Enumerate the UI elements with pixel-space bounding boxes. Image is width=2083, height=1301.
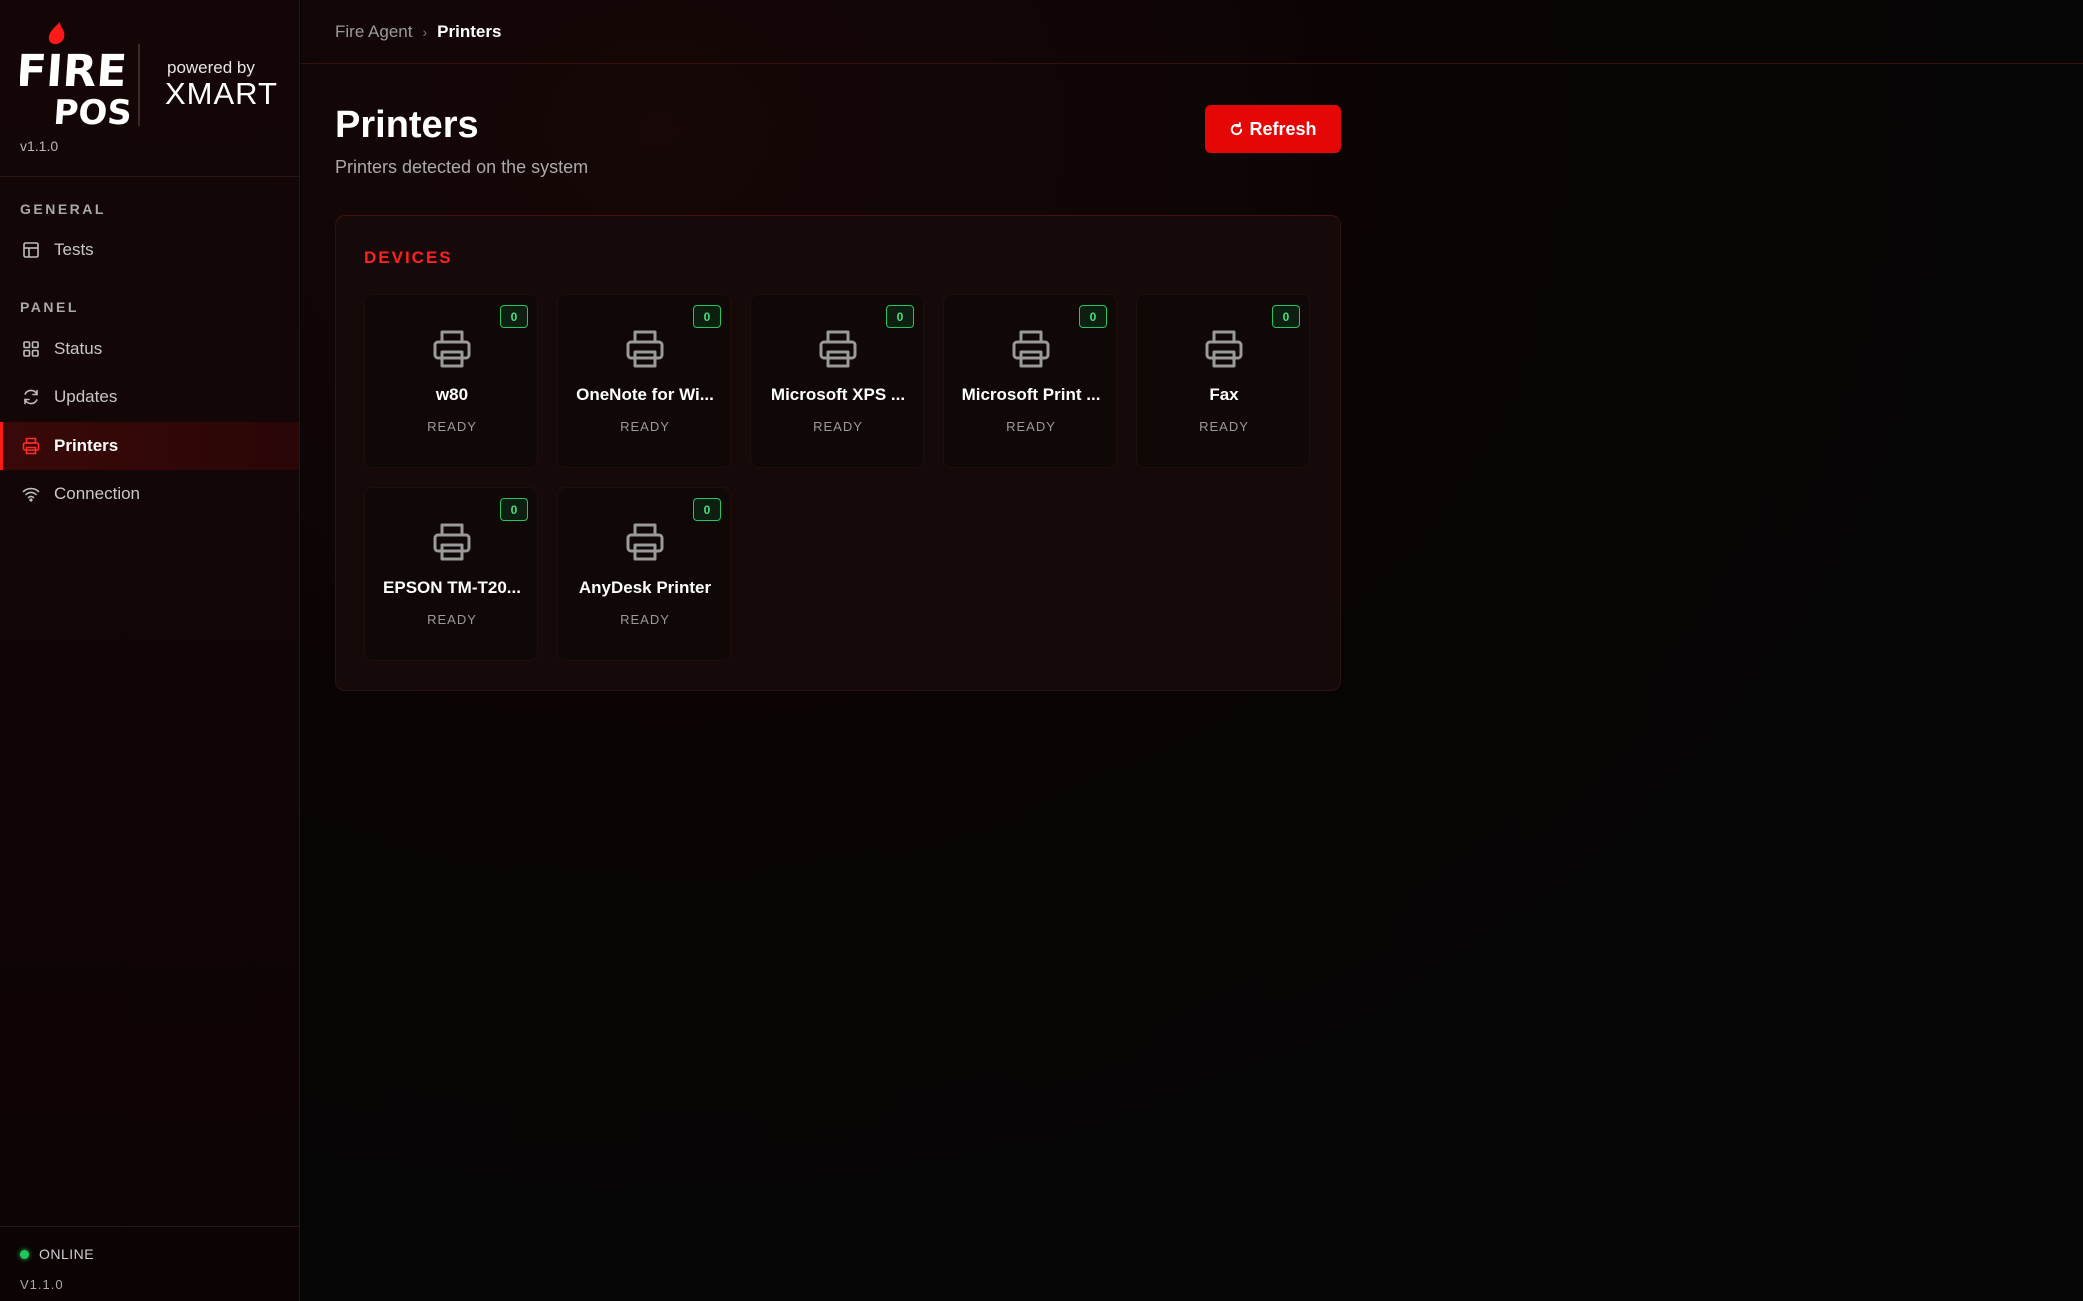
printer-name: OneNote for Wi... — [576, 385, 714, 404]
sidebar-item-label: Updates — [54, 387, 118, 406]
job-count-badge: 0 — [1272, 305, 1300, 328]
printer-icon — [433, 523, 471, 561]
printer-icon — [626, 330, 664, 368]
brand-divider — [138, 44, 140, 126]
printer-name: AnyDesk Printer — [578, 578, 712, 597]
printer-card[interactable]: 0 Fax READY — [1136, 294, 1310, 468]
refresh-button[interactable]: Refresh — [1205, 105, 1341, 153]
printer-status: READY — [1006, 419, 1056, 434]
printer-status: READY — [813, 419, 863, 434]
powered-by-text: powered by — [167, 58, 255, 77]
printer-icon — [433, 330, 471, 368]
printer-icon — [626, 523, 664, 561]
refresh-icon — [1229, 121, 1244, 137]
grid-icon — [22, 340, 40, 358]
fire-pos-logo: FIRE POS — [20, 22, 133, 130]
printer-status: READY — [427, 419, 477, 434]
sidebar-item-connection[interactable]: Connection — [0, 471, 299, 517]
topbar: Fire Agent › Printers — [301, 0, 2083, 64]
brand: FIRE POS powered by XMART — [20, 20, 290, 130]
printer-status: READY — [1199, 419, 1249, 434]
devices-panel: DEVICES 0 w80 READY 0 OneNote for Wi... … — [335, 215, 1341, 691]
devices-section-title: DEVICES — [364, 248, 453, 267]
app-version: v1.1.0 — [20, 138, 59, 154]
printer-icon — [22, 437, 40, 455]
job-count-badge: 0 — [1079, 305, 1107, 328]
job-count-badge: 0 — [500, 305, 528, 328]
page-title: Printers — [335, 104, 479, 146]
printer-name: Fax — [1209, 385, 1239, 404]
job-count-badge: 0 — [693, 305, 721, 328]
printer-icon — [819, 330, 857, 368]
printer-card[interactable]: 0 Microsoft XPS ... READY — [750, 294, 924, 468]
main-content: Fire Agent › Printers Printers Printers … — [301, 0, 2083, 1301]
printer-card[interactable]: 0 Microsoft Print ... READY — [943, 294, 1117, 468]
job-count-badge: 0 — [693, 498, 721, 521]
section-label-general: GENERAL — [20, 201, 106, 217]
printer-name: EPSON TM-T20... — [383, 578, 521, 597]
partner-logo: XMART — [165, 76, 278, 111]
sidebar-item-label: Tests — [54, 240, 94, 259]
job-count-badge: 0 — [500, 498, 528, 521]
printer-icon — [1205, 330, 1243, 368]
breadcrumb-current: Printers — [437, 22, 502, 41]
job-count-badge: 0 — [886, 305, 914, 328]
sidebar-item-status[interactable]: Status — [0, 326, 299, 372]
connection-status: ONLINE — [20, 1246, 94, 1262]
footer-version: V1.1.0 — [20, 1277, 64, 1292]
refresh-icon — [22, 388, 40, 406]
sidebar-item-label: Connection — [54, 484, 141, 503]
sidebar-item-label: Printers — [54, 436, 119, 455]
wifi-icon — [22, 485, 40, 503]
printer-name: Microsoft Print ... — [961, 385, 1101, 404]
printer-card[interactable]: 0 w80 READY — [364, 294, 538, 468]
breadcrumb-parent[interactable]: Fire Agent — [335, 22, 413, 42]
printer-name: w80 — [435, 385, 469, 404]
printer-name: Microsoft XPS ... — [770, 385, 906, 404]
svg-text:FIRE: FIRE — [20, 46, 129, 97]
sidebar-item-printers[interactable]: Printers — [0, 422, 299, 470]
breadcrumb: Fire Agent › Printers — [335, 22, 501, 42]
svg-text:POS: POS — [52, 93, 133, 130]
sidebar-item-updates[interactable]: Updates — [0, 374, 299, 420]
page-subtitle: Printers detected on the system — [335, 157, 589, 177]
breadcrumb-separator: › — [422, 24, 428, 40]
printer-card[interactable]: 0 EPSON TM-T20... READY — [364, 487, 538, 661]
sidebar-footer-divider — [0, 1226, 300, 1227]
sidebar: FIRE POS powered by XMART v1.1.0 GENERAL… — [0, 0, 300, 1301]
printer-status: READY — [427, 612, 477, 627]
sidebar-item-tests[interactable]: Tests — [0, 227, 299, 273]
refresh-button-label: Refresh — [1249, 118, 1317, 139]
table-icon — [22, 241, 40, 259]
status-text: ONLINE — [39, 1246, 95, 1262]
section-label-panel: PANEL — [20, 299, 79, 315]
printer-card[interactable]: 0 OneNote for Wi... READY — [557, 294, 731, 468]
status-indicator-dot — [20, 1249, 29, 1259]
printer-icon — [1012, 330, 1050, 368]
printer-status: READY — [620, 419, 670, 434]
sidebar-item-label: Status — [54, 339, 103, 358]
sidebar-divider — [0, 176, 300, 177]
printer-card[interactable]: 0 AnyDesk Printer READY — [557, 487, 731, 661]
printer-status: READY — [620, 612, 670, 627]
